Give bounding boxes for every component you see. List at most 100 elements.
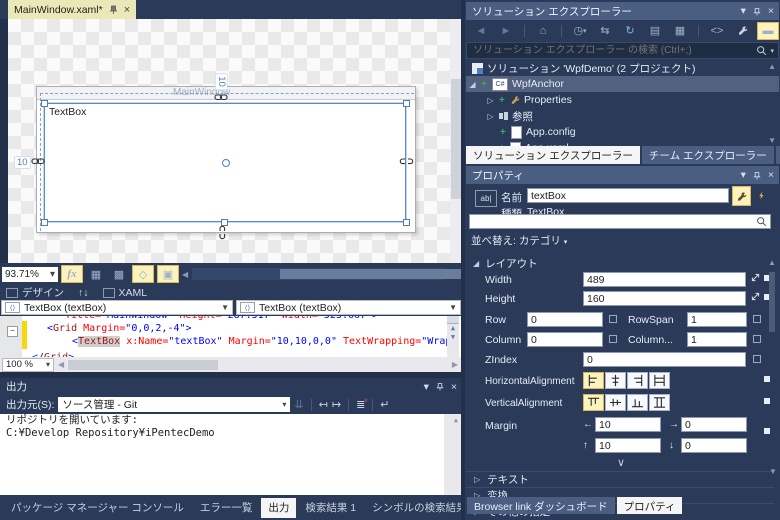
tree-item-app-config[interactable]: + App.config xyxy=(466,124,779,140)
tab-class-view[interactable]: クラス ビュー xyxy=(775,146,780,164)
back-icon[interactable]: ◄ xyxy=(471,23,491,39)
tab-design[interactable]: デザイン xyxy=(6,285,64,300)
selection-handle[interactable] xyxy=(41,100,48,107)
document-tab[interactable]: MainWindow.xaml* × xyxy=(8,0,137,19)
margin-top-input[interactable] xyxy=(595,438,661,453)
solution-search-input[interactable] xyxy=(471,44,757,57)
scrollbar-thumb[interactable] xyxy=(769,272,775,332)
close-icon[interactable]: × xyxy=(451,381,457,393)
halign-right-button[interactable] xyxy=(627,372,648,389)
property-default-marker[interactable] xyxy=(753,315,761,323)
row-input[interactable] xyxy=(527,312,603,327)
halign-left-button[interactable] xyxy=(583,372,604,389)
tab-error-list[interactable]: エラー一覧 xyxy=(193,498,260,518)
preview-selected-items-icon[interactable]: ▬ xyxy=(757,21,779,40)
expand-more-chevron[interactable]: ∨ xyxy=(617,456,625,469)
close-icon[interactable]: × xyxy=(768,169,774,181)
output-source-select[interactable]: ソース管理 - Git ▾ xyxy=(58,397,291,412)
margin-left-input[interactable] xyxy=(595,417,661,432)
code-fold-toggle[interactable]: − xyxy=(7,326,18,337)
word-wrap-icon[interactable]: ↵ xyxy=(380,398,389,411)
window-menu-icon[interactable]: ▾ xyxy=(741,5,746,17)
search-icon[interactable] xyxy=(756,45,767,56)
selection-center-point[interactable] xyxy=(222,159,230,167)
refresh-icon[interactable]: ↻ xyxy=(620,23,640,39)
designer-zoom-select[interactable]: 93.71% ▾ xyxy=(2,266,58,282)
scroll-right-arrow[interactable]: ▶ xyxy=(452,360,458,369)
selection-handle[interactable] xyxy=(403,219,410,226)
pending-changes-filter-icon[interactable]: ◷ ▾ xyxy=(570,23,590,39)
properties-icon[interactable] xyxy=(732,23,752,39)
scroll-down-arrow[interactable]: ▼ xyxy=(769,467,777,476)
pin-icon[interactable] xyxy=(753,171,761,180)
tab-find-results-1[interactable]: 検索結果 1 xyxy=(298,498,363,518)
tree-item-project[interactable]: ◢ + C# WpfAnchor xyxy=(466,76,779,92)
anchor-bottom-icon[interactable] xyxy=(218,225,227,240)
valign-top-button[interactable] xyxy=(583,394,604,411)
pin-icon[interactable] xyxy=(436,382,444,391)
expander-collapsed-icon[interactable]: ▷ xyxy=(486,112,495,121)
designer-horizontal-scrollbar[interactable] xyxy=(192,268,551,280)
set-auto-size-icon[interactable] xyxy=(750,272,761,283)
design-surface[interactable]: MainWindow TextBox 10 10 xyxy=(0,19,462,263)
close-icon[interactable]: × xyxy=(124,4,130,16)
breadcrumb-right[interactable]: ⟨⟩ TextBox (textBox) ▼ xyxy=(236,300,461,315)
tab-solution-explorer[interactable]: ソリューション エクスプローラー xyxy=(466,146,640,164)
tree-item-solution[interactable]: ソリューション 'WpfDemo' (2 プロジェクト) xyxy=(466,60,779,76)
show-all-files-icon[interactable]: ▦ xyxy=(670,23,690,39)
sort-by-select[interactable]: 並べ替え: カテゴリ ▾ xyxy=(471,233,567,248)
columnspan-input[interactable] xyxy=(687,332,747,347)
window-menu-icon[interactable]: ▾ xyxy=(424,381,429,393)
collapse-all-icon[interactable]: ▤ xyxy=(645,23,665,39)
scroll-left-arrow[interactable]: ◀ xyxy=(182,270,188,279)
effects-button[interactable]: fx xyxy=(61,265,83,283)
scrollbar-thumb[interactable] xyxy=(451,79,461,199)
solution-search-box[interactable]: ▾ xyxy=(466,42,779,59)
name-input[interactable] xyxy=(527,188,729,203)
column-input[interactable] xyxy=(527,332,603,347)
width-input[interactable] xyxy=(583,272,746,287)
scroll-up-arrow[interactable]: ▲ xyxy=(447,324,459,333)
property-default-marker[interactable] xyxy=(609,315,617,323)
property-default-marker[interactable] xyxy=(753,355,761,363)
height-input[interactable] xyxy=(583,291,746,306)
halign-center-button[interactable] xyxy=(605,372,626,389)
valign-stretch-button[interactable] xyxy=(649,394,670,411)
xaml-code-editor[interactable]: − Title="MainWindow" Height="287.517" Wi… xyxy=(0,316,462,357)
events-mode-button[interactable] xyxy=(754,186,768,204)
view-code-icon[interactable]: <> xyxy=(707,23,727,39)
tab-package-manager-console[interactable]: パッケージ マネージャー コンソール xyxy=(4,498,191,518)
swap-panes-button[interactable]: ↑↓ xyxy=(78,287,89,299)
properties-mode-button[interactable] xyxy=(732,186,751,206)
halign-stretch-button[interactable] xyxy=(649,372,670,389)
rowspan-input[interactable] xyxy=(687,312,747,327)
margin-bottom-input[interactable] xyxy=(681,438,747,453)
search-icon[interactable] xyxy=(756,216,767,227)
editor-zoom-select[interactable]: 100 % ▾ xyxy=(2,357,54,372)
scroll-down-arrow[interactable]: ▼ xyxy=(768,136,776,145)
solution-explorer-titlebar[interactable]: ソリューション エクスプローラー ▾ × xyxy=(466,2,779,20)
expander-collapsed-icon[interactable]: ▷ xyxy=(486,96,495,105)
next-message-icon[interactable]: ↦ xyxy=(332,398,341,411)
chevron-down-icon[interactable]: ▾ xyxy=(770,47,774,55)
zoom-fit-button[interactable]: ▣ xyxy=(157,265,179,283)
tree-item-properties[interactable]: ▷ + Properties xyxy=(466,92,779,108)
window-menu-icon[interactable]: ▾ xyxy=(741,169,746,181)
show-grid-button[interactable]: ▦ xyxy=(86,266,106,282)
section-layout[interactable]: ◢ レイアウト xyxy=(473,256,538,271)
sync-with-active-document-icon[interactable]: ⇆ xyxy=(595,23,615,39)
close-icon[interactable]: × xyxy=(768,5,774,17)
scroll-left-arrow[interactable]: ◀ xyxy=(58,360,64,369)
tab-team-explorer[interactable]: チーム エクスプローラー xyxy=(641,146,774,164)
scroll-up-arrow[interactable]: ▲ xyxy=(768,258,776,267)
tab-output[interactable]: 出力 xyxy=(261,498,297,518)
snap-grid-button[interactable]: ▩ xyxy=(109,266,129,282)
tab-browser-link-dashboard[interactable]: Browser link ダッシュボード xyxy=(467,497,615,514)
output-text[interactable]: リポジトリを開いています: C:¥Develop Repository¥iPen… xyxy=(0,414,462,495)
properties-titlebar[interactable]: プロパティ ▾ × xyxy=(466,166,779,184)
breadcrumb-left[interactable]: ⟨⟩ TextBox (textBox) ▼ xyxy=(1,300,233,315)
snaplines-button[interactable]: ◇ xyxy=(132,265,154,283)
tab-xaml[interactable]: XAML xyxy=(102,287,147,299)
expander-expanded-icon[interactable]: ◢ xyxy=(468,80,477,89)
tree-item-references[interactable]: ▷ 参照 xyxy=(466,108,779,124)
